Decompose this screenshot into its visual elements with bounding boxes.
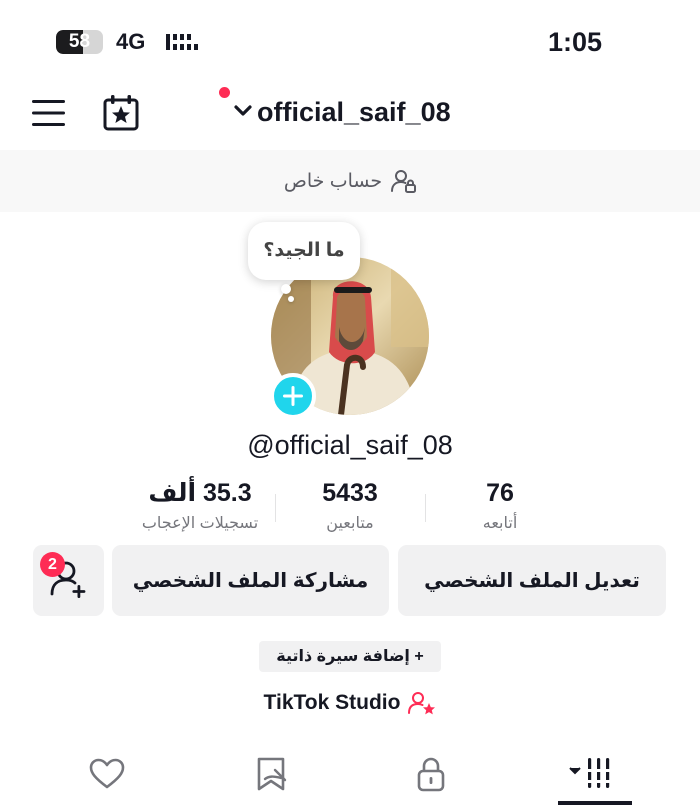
liked-icon[interactable] xyxy=(87,754,127,794)
following-label: أتابعه xyxy=(482,515,518,532)
selected-tab-indicator xyxy=(558,801,632,805)
studio-user-star-icon xyxy=(408,692,436,715)
stat-following[interactable]: 76 أتابعه xyxy=(400,478,600,533)
network-type: 4G xyxy=(116,29,146,54)
clock: 1:05 xyxy=(548,27,603,57)
chevron-down-icon[interactable] xyxy=(234,104,252,118)
plus-icon xyxy=(283,386,303,406)
edit-profile-button[interactable]: تعديل الملف الشخصي xyxy=(398,545,666,616)
private-user-icon xyxy=(391,170,417,193)
battery-level: 58 xyxy=(68,31,91,52)
menu-icon[interactable] xyxy=(32,98,66,128)
add-avatar-button[interactable] xyxy=(270,373,316,419)
account-switcher-username[interactable]: official_saif_08 xyxy=(257,96,451,128)
add-bio-button[interactable]: + إضافة سيرة ذاتية xyxy=(259,641,441,672)
videos-grid-icon[interactable] xyxy=(568,754,618,794)
share-profile-button[interactable]: مشاركة الملف الشخصي xyxy=(112,545,389,616)
bubble-tail xyxy=(281,284,291,294)
lock-icon[interactable] xyxy=(411,754,451,794)
friends-badge: 2 xyxy=(40,552,65,577)
reposts-icon[interactable] xyxy=(251,754,291,794)
tiktok-studio-label: TikTok Studio xyxy=(263,691,401,714)
tiktok-studio-link[interactable]: TikTok Studio xyxy=(0,690,700,716)
profile-handle: @official_saif_08 xyxy=(247,430,453,460)
bubble-tail xyxy=(288,296,294,302)
notification-dot xyxy=(219,87,230,98)
signal-icon xyxy=(166,34,198,50)
status-bubble[interactable]: ما الجيد؟ xyxy=(248,222,360,280)
private-account-banner: حساب خاص xyxy=(0,150,700,212)
status-bubble-text: ما الجيد؟ xyxy=(263,240,345,261)
calendar-star-icon[interactable] xyxy=(102,94,140,132)
battery-indicator: 58 xyxy=(56,30,103,54)
status-bar: 58 4G 1:05 xyxy=(0,0,700,80)
following-count: 76 xyxy=(486,479,514,507)
private-account-label: حساب خاص xyxy=(283,170,383,192)
